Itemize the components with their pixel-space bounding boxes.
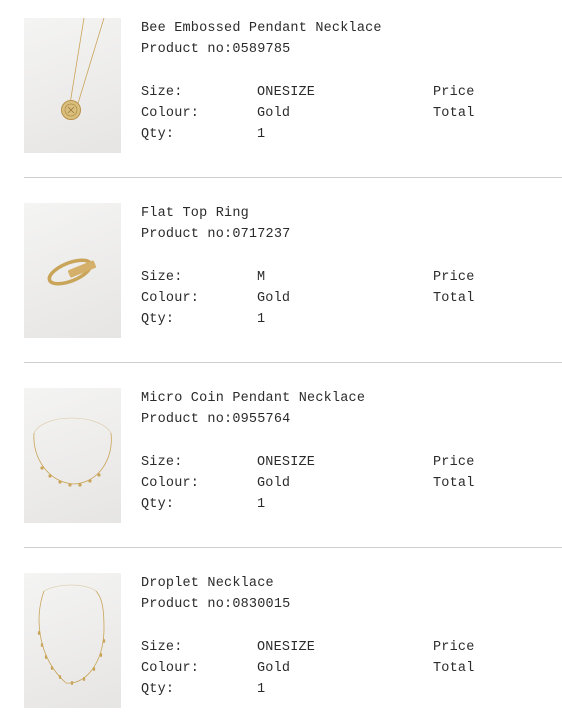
product-number: Product no:0830015 [141, 597, 291, 612]
coin-pendant-necklace-image[interactable] [24, 18, 121, 153]
colour-label: Colour: [141, 476, 200, 491]
price-label: Price [433, 85, 475, 100]
product-name[interactable]: Micro Coin Pendant Necklace [141, 388, 365, 409]
order-item: Droplet Necklace Product no:0830015 Size… [0, 573, 562, 709]
size-label: Size: [141, 640, 183, 655]
gold-ring-image[interactable] [24, 203, 121, 338]
qty-label: Qty: [141, 312, 175, 327]
item-divider [24, 362, 562, 363]
micro-coin-necklace-image[interactable] [24, 388, 121, 523]
size-label: Size: [141, 455, 183, 470]
colour-label: Colour: [141, 291, 200, 306]
order-item: Bee Embossed Pendant Necklace Product no… [0, 18, 562, 154]
item-divider [24, 547, 562, 548]
size-label: Size: [141, 270, 183, 285]
size-label: Size: [141, 85, 183, 100]
size-value: ONESIZE [257, 85, 316, 100]
qty-label: Qty: [141, 682, 175, 697]
total-label: Total [433, 291, 475, 306]
total-label: Total [433, 106, 475, 121]
size-value: M [257, 270, 266, 285]
product-number: Product no:0955764 [141, 412, 291, 427]
total-label: Total [433, 661, 475, 676]
product-number: Product no:0589785 [141, 42, 291, 57]
colour-value: Gold [257, 291, 291, 306]
price-label: Price [433, 455, 475, 470]
total-label: Total [433, 476, 475, 491]
size-value: ONESIZE [257, 455, 316, 470]
qty-value: 1 [257, 312, 266, 327]
droplet-necklace-image[interactable] [24, 573, 121, 708]
colour-value: Gold [257, 661, 291, 676]
size-value: ONESIZE [257, 640, 316, 655]
price-label: Price [433, 270, 475, 285]
qty-value: 1 [257, 682, 266, 697]
order-item: Micro Coin Pendant Necklace Product no:0… [0, 388, 562, 524]
product-number: Product no:0717237 [141, 227, 291, 242]
colour-value: Gold [257, 106, 291, 121]
item-divider [24, 177, 562, 178]
product-name[interactable]: Bee Embossed Pendant Necklace [141, 18, 382, 39]
price-label: Price [433, 640, 475, 655]
qty-label: Qty: [141, 497, 175, 512]
product-name[interactable]: Droplet Necklace [141, 573, 290, 594]
qty-value: 1 [257, 497, 266, 512]
colour-label: Colour: [141, 661, 200, 676]
qty-value: 1 [257, 127, 266, 142]
colour-label: Colour: [141, 106, 200, 121]
qty-label: Qty: [141, 127, 175, 142]
colour-value: Gold [257, 476, 291, 491]
order-item: Flat Top Ring Product no:0717237 Size: M P… [0, 203, 562, 339]
product-name[interactable]: Flat Top Ring [141, 203, 290, 224]
